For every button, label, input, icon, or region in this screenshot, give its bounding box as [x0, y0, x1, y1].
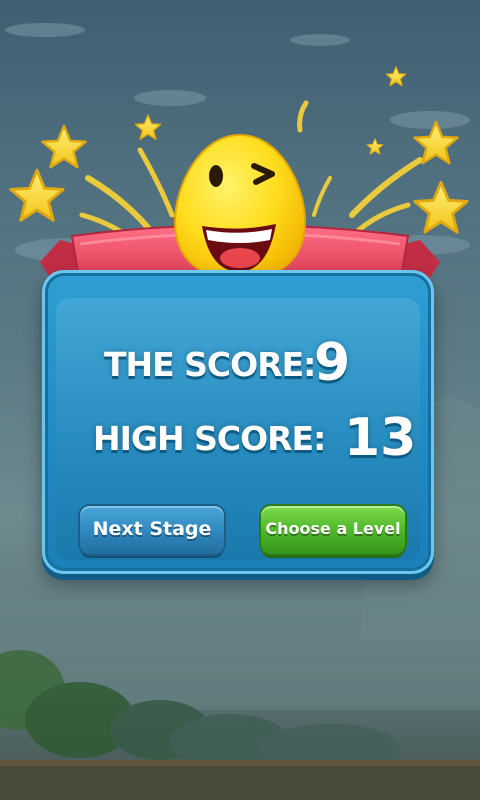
star-icon — [9, 168, 65, 222]
choose-level-button[interactable]: Choose a Level — [261, 506, 405, 554]
high-score-value: 13 — [344, 408, 417, 468]
star-icon — [385, 66, 407, 87]
star-icon — [366, 138, 384, 155]
winking-egg-icon — [173, 133, 307, 290]
star-icon — [41, 124, 87, 169]
star-icon — [134, 114, 162, 140]
next-stage-button[interactable]: Next Stage — [80, 506, 224, 554]
score-value: 9 — [314, 333, 351, 393]
high-score-label: HIGH SCORE: — [93, 419, 326, 458]
star-icon — [413, 120, 459, 165]
score-label: THE SCORE: — [104, 345, 316, 384]
star-icon — [413, 180, 469, 234]
